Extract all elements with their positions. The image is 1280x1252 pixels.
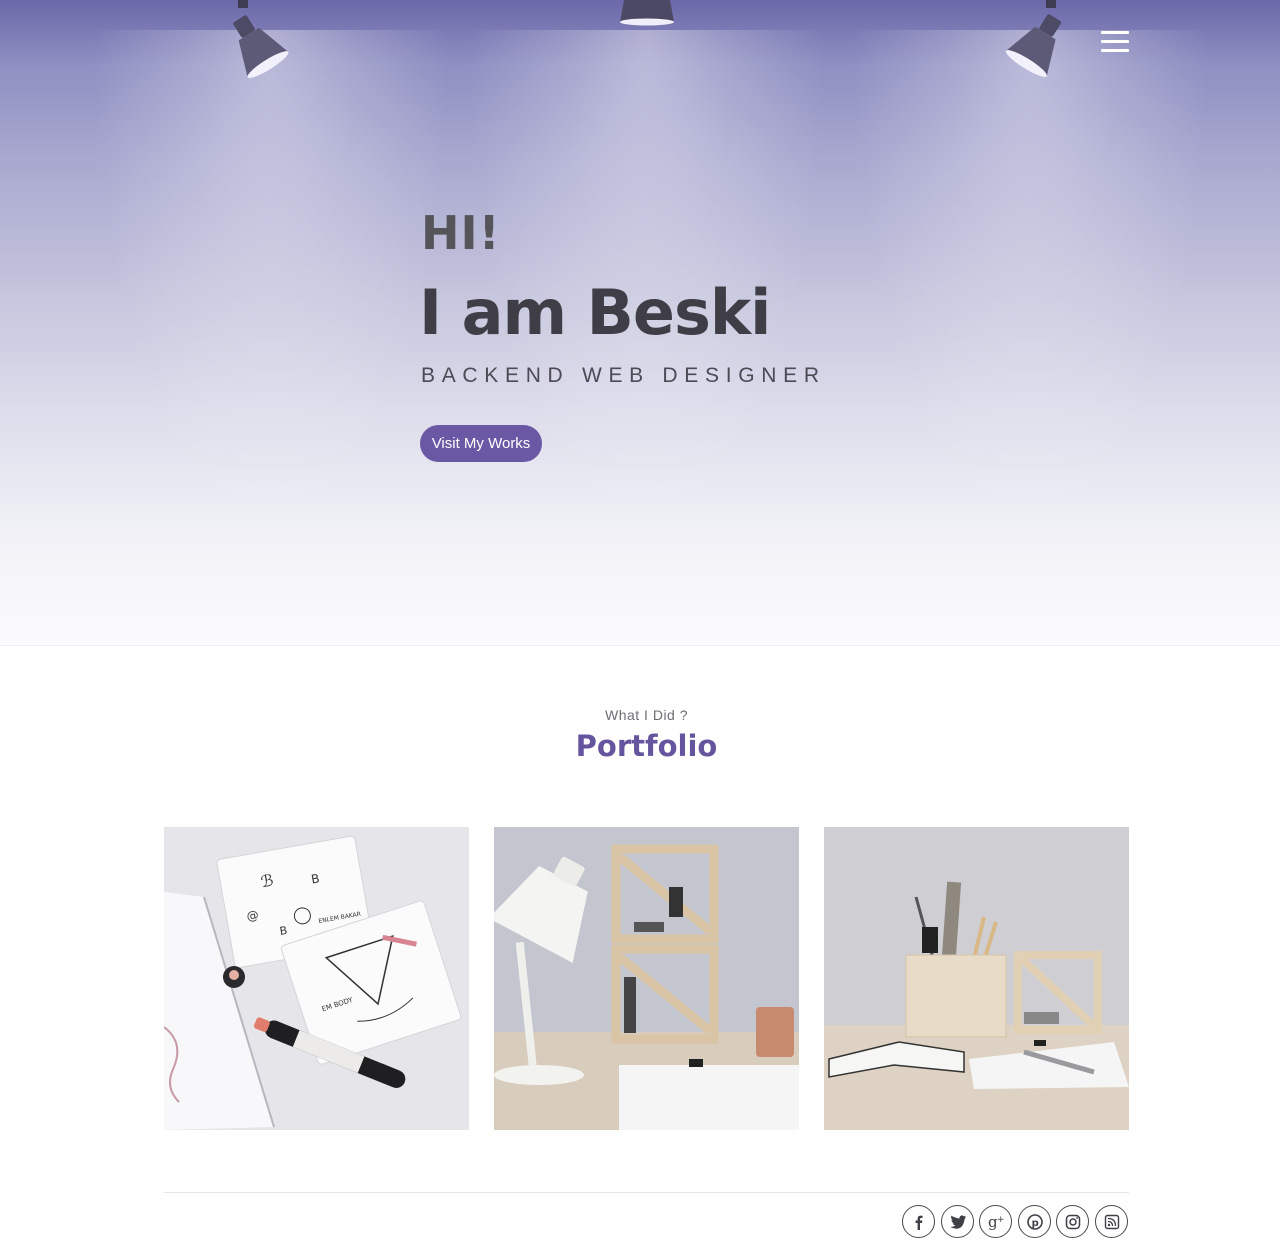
svg-text:@: @ [245,908,259,924]
hero-role: BACKEND WEB DESIGNER [421,364,826,387]
svg-text:+: + [997,1215,1005,1225]
google-plus-icon[interactable]: g + [979,1205,1012,1238]
portfolio-image-1: ℬ B @ B ENLEM BAKAR EM BODY [164,827,469,1130]
portfolio-image-2 [494,827,799,1130]
visit-my-works-button[interactable]: Visit My Works [420,425,542,462]
spotlight-left-icon [233,0,289,78]
footer-divider [164,1192,1129,1193]
portfolio-item-1[interactable]: ℬ B @ B ENLEM BAKAR EM BODY [164,827,469,1130]
section-kicker: What I Did ? [604,707,689,723]
hero-name: I am Beski [419,276,771,349]
spotlight-center-icon [620,0,674,26]
section-title: Portfolio [575,729,718,763]
facebook-icon[interactable] [902,1205,935,1238]
light-beam-right [850,30,1210,550]
hero-section: HI! I am Beski BACKEND WEB DESIGNER Visi… [0,0,1280,646]
spotlight-right-icon [1005,0,1062,77]
light-beam-left [90,30,450,550]
portfolio-item-2[interactable] [494,827,799,1130]
pinterest-icon[interactable]: p [1018,1205,1051,1238]
portfolio-item-3[interactable] [824,827,1129,1130]
portfolio-image-3 [824,827,1129,1130]
instagram-icon[interactable] [1056,1205,1089,1238]
svg-text:p: p [1031,1218,1038,1229]
hero-greeting: HI! [421,206,501,260]
hamburger-menu-icon[interactable] [1101,31,1131,53]
twitter-icon[interactable] [941,1205,974,1238]
rss-icon[interactable] [1095,1205,1128,1238]
